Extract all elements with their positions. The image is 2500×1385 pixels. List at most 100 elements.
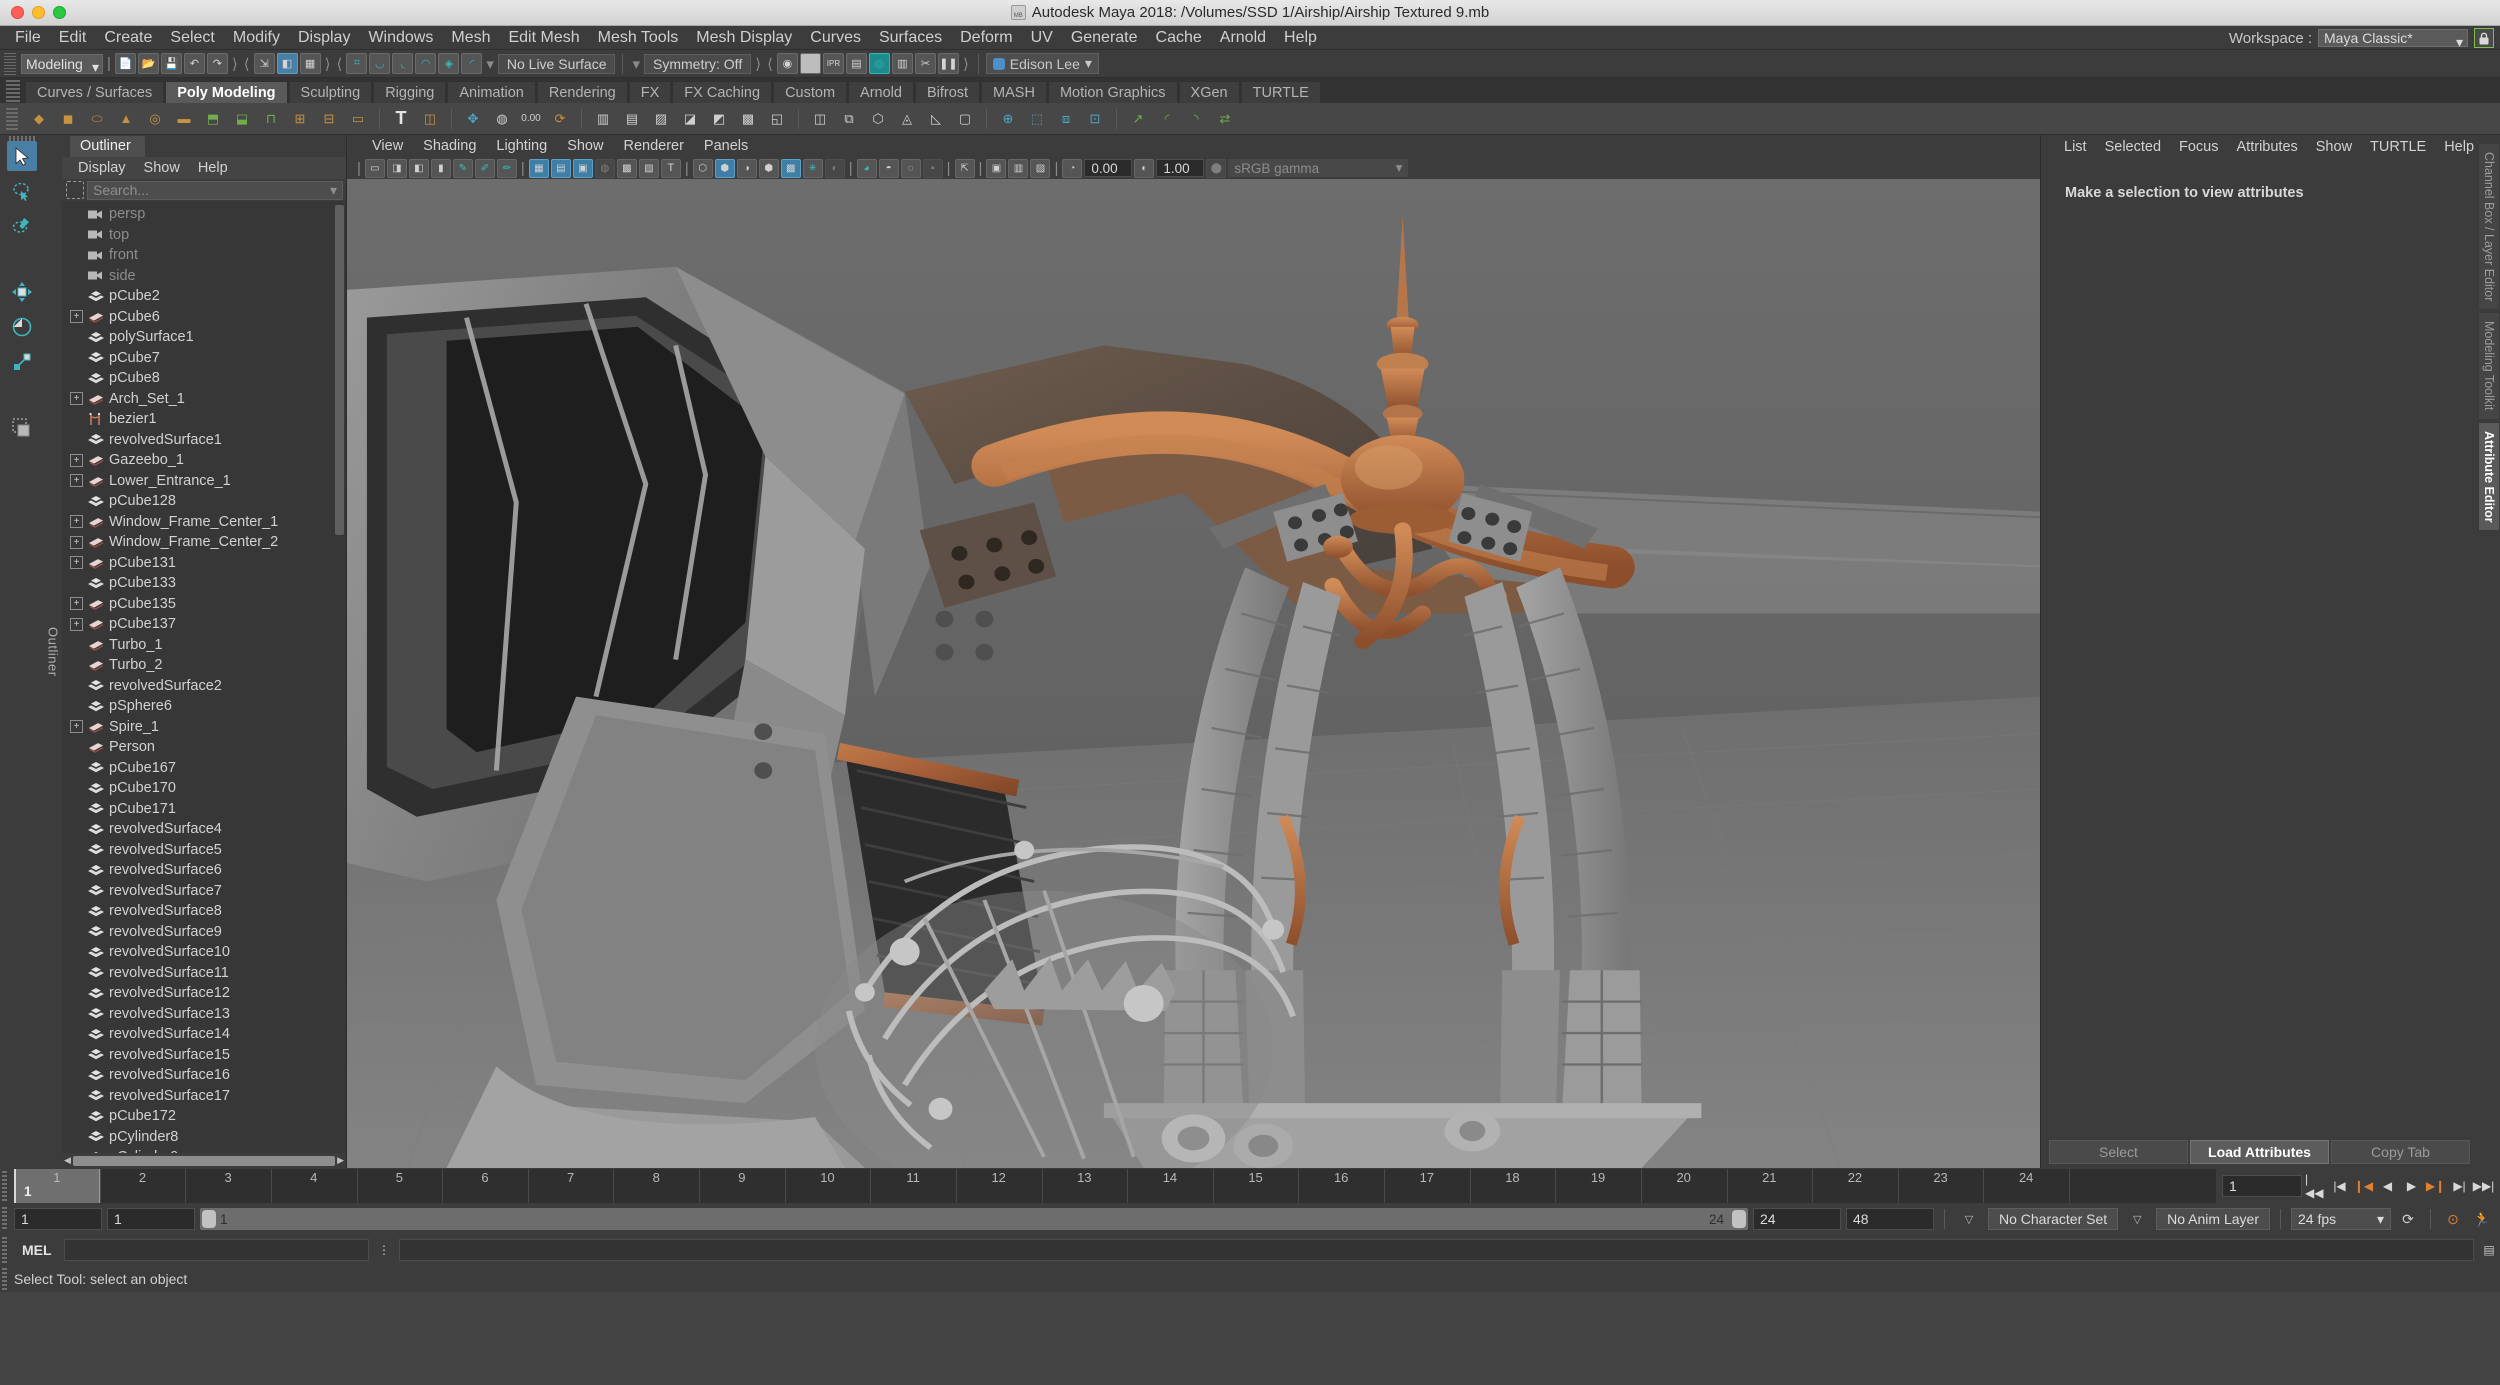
workspace-select[interactable]: Maya Classic* ▾ xyxy=(2318,29,2468,50)
step-forward-frame-icon[interactable]: ▶❙ xyxy=(2425,1175,2446,1197)
time-slider-track[interactable]: 1 1 2 3 4 5 6 7 8 9 10 11 12 13 14 15 16 17 18 19 20 21 22 23 2… xyxy=(14,1169,2216,1203)
expand-toggle-icon[interactable]: + xyxy=(70,720,83,734)
attribute-editor-menu-turtle[interactable]: TURTLE xyxy=(2361,139,2435,155)
outliner-item[interactable]: + Spire_1 xyxy=(62,717,346,738)
commandline-drag-handle[interactable] xyxy=(2,1237,7,1263)
side-tab-channel-box-layer-editor[interactable]: Channel Box / Layer Editor xyxy=(2478,143,2500,311)
exposure-value[interactable]: 0.00 xyxy=(1084,159,1133,177)
menu-item-surfaces[interactable]: Surfaces xyxy=(870,26,951,50)
viewport-3d-canvas[interactable] xyxy=(347,179,2040,1168)
menuset-select[interactable]: Modeling ▾ xyxy=(21,53,103,75)
grease-pencil-icon[interactable]: ✐ xyxy=(474,158,495,178)
outliner-item[interactable]: side xyxy=(62,266,346,287)
bookmark-camera-icon[interactable]: ◧ xyxy=(408,158,429,178)
outliner-item[interactable]: persp xyxy=(62,204,346,225)
save-scene-icon[interactable]: 💾 xyxy=(160,53,182,74)
shade-textured-icon[interactable]: ▣ xyxy=(572,158,593,178)
uv-editor-icon[interactable]: ⊕ xyxy=(995,106,1021,132)
hypershade-icon[interactable]: ▥ xyxy=(891,53,913,74)
animation-end-time-field[interactable]: 48 xyxy=(1846,1208,1934,1230)
target-weld-icon[interactable]: ◪ xyxy=(677,106,703,132)
rendering-flags-icon[interactable]: ✂ xyxy=(914,53,936,74)
outliner-vertical-scrollbar[interactable] xyxy=(335,205,344,535)
scroll-right-icon[interactable]: ▶ xyxy=(337,1155,344,1166)
outliner-tab[interactable]: Outliner xyxy=(70,136,145,157)
scroll-left-icon[interactable]: ◀ xyxy=(64,1155,71,1166)
outliner-menu-show[interactable]: Show xyxy=(136,160,188,176)
search-filter-icon[interactable] xyxy=(66,181,84,199)
render-current-frame-icon[interactable]: ◉ xyxy=(776,53,798,74)
fill-hole-icon[interactable]: ⬡ xyxy=(865,106,891,132)
display-normals-icon[interactable]: ⬢ xyxy=(758,158,779,178)
anim-layer-dropdown-icon[interactable]: ▽ xyxy=(2123,1208,2151,1230)
menu-item-mesh-display[interactable]: Mesh Display xyxy=(687,26,801,50)
anim-layer-field[interactable]: No Anim Layer xyxy=(2156,1208,2270,1230)
go-to-start-icon[interactable]: |◀◀ xyxy=(2305,1172,2326,1200)
viewport-toolbar[interactable]: | ▭ ◨ ◧ ▮ ✎ ✐ ✏ | ▦ ▤ ▣ ◍ ▩ ▧ T | ⬡ ⬢ ◑ … xyxy=(347,157,2040,179)
menu-item-mesh-tools[interactable]: Mesh Tools xyxy=(589,26,688,50)
expand-toggle-icon[interactable]: + xyxy=(70,515,83,529)
range-slider-row[interactable]: 1 1 1 24 24 48 ▽ No Character Set ▽ No A… xyxy=(0,1204,2500,1234)
multi-cut-icon[interactable]: ▨ xyxy=(648,106,674,132)
outliner-item[interactable]: revolvedSurface15 xyxy=(62,1045,346,1066)
animation-start-time-field[interactable]: 1 xyxy=(14,1208,102,1230)
select-by-hierarchy-icon[interactable]: ⇲ xyxy=(253,53,275,74)
outliner-item[interactable]: revolvedSurface6 xyxy=(62,860,346,881)
shelf-tab-motion-graphics[interactable]: Motion Graphics xyxy=(1047,81,1178,103)
attribute-editor-menu-list[interactable]: List xyxy=(2055,139,2096,155)
outliner-item[interactable]: pCube7 xyxy=(62,348,346,369)
menu-item-arnold[interactable]: Arnold xyxy=(1211,26,1275,50)
outliner-item[interactable]: bezier1 xyxy=(62,409,346,430)
shelf-tab-bifrost[interactable]: Bifrost xyxy=(914,81,981,103)
snap-value-icon[interactable]: 0.00 xyxy=(518,106,544,132)
open-scene-icon[interactable]: 📂 xyxy=(137,53,159,74)
paint-select-tool[interactable] xyxy=(7,211,37,241)
menu-items-container[interactable]: File Edit Create Select Modify Display Windows… xyxy=(6,26,1326,50)
outliner-item[interactable]: pCube170 xyxy=(62,778,346,799)
ipr-render-icon[interactable]: IPR xyxy=(822,53,844,74)
select-by-object-icon[interactable]: ◧ xyxy=(276,53,298,74)
outliner-item[interactable]: revolvedSurface13 xyxy=(62,1004,346,1025)
scroll-thumb[interactable] xyxy=(72,1155,336,1166)
layout-uv-icon[interactable]: ⊡ xyxy=(1082,106,1108,132)
ambient-occlusion-icon[interactable]: ▪ xyxy=(922,158,943,178)
outliner-item[interactable]: + pCube131 xyxy=(62,553,346,574)
menu-item-windows[interactable]: Windows xyxy=(359,26,442,50)
snap-to-view-plane-icon[interactable]: ◈ xyxy=(438,53,460,74)
reduce-icon[interactable]: ◬ xyxy=(894,106,920,132)
duplicate-face-icon[interactable]: ⧉ xyxy=(836,106,862,132)
viewport-menu-lighting[interactable]: Lighting xyxy=(487,138,556,154)
outliner-item[interactable]: pCube167 xyxy=(62,758,346,779)
use-all-lights-icon[interactable]: ✳ xyxy=(802,158,823,178)
gamma-value[interactable]: 1.00 xyxy=(1156,159,1205,177)
harden-edge-icon[interactable]: ◝ xyxy=(1183,106,1209,132)
playback-loop-icon[interactable]: ⟳ xyxy=(2396,1208,2420,1230)
attribute-editor-menubar[interactable]: List Selected Focus Attributes Show TURTLE Hel… xyxy=(2041,135,2478,159)
command-resize-handle[interactable]: ⋮ xyxy=(373,1239,395,1261)
redo-icon[interactable]: ↷ xyxy=(206,53,228,74)
move-tool[interactable] xyxy=(7,277,37,307)
bevel-icon[interactable]: ⬓ xyxy=(229,106,255,132)
outliner-item[interactable]: + Window_Frame_Center_1 xyxy=(62,512,346,533)
select-button[interactable]: Select xyxy=(2049,1140,2188,1164)
render-view-icon[interactable] xyxy=(799,53,821,74)
outliner-item[interactable]: revolvedSurface1 xyxy=(62,430,346,451)
shelf-tab-curves-surfaces[interactable]: Curves / Surfaces xyxy=(25,81,165,103)
attribute-editor-buttons[interactable]: Select Load Attributes Copy Tab xyxy=(2041,1140,2478,1168)
rotate-tool[interactable] xyxy=(7,312,37,342)
camera-attributes-icon[interactable]: ◨ xyxy=(386,158,407,178)
copy-tab-button[interactable]: Copy Tab xyxy=(2331,1140,2470,1164)
outliner-item[interactable]: + pCube6 xyxy=(62,307,346,328)
outliner-item[interactable]: revolvedSurface11 xyxy=(62,963,346,984)
motion-blur-icon[interactable]: ◌ xyxy=(900,158,921,178)
playback-start-time-field[interactable]: 1 xyxy=(107,1208,195,1230)
attribute-editor-menu-focus[interactable]: Focus xyxy=(2170,139,2228,155)
outliner-item[interactable]: revolvedSurface8 xyxy=(62,901,346,922)
workspace-area[interactable]: Workspace : Maya Classic* ▾ xyxy=(2229,26,2494,50)
live-surface-field[interactable]: No Live Surface xyxy=(497,53,616,74)
shelf-tab-custom[interactable]: Custom xyxy=(773,81,848,103)
outliner-vertical-tab[interactable]: Outliner xyxy=(44,135,62,1168)
command-language-label[interactable]: MEL xyxy=(14,1242,60,1258)
attribute-editor-menu-show[interactable]: Show xyxy=(2307,139,2361,155)
separate-icon[interactable]: ⊟ xyxy=(316,106,342,132)
